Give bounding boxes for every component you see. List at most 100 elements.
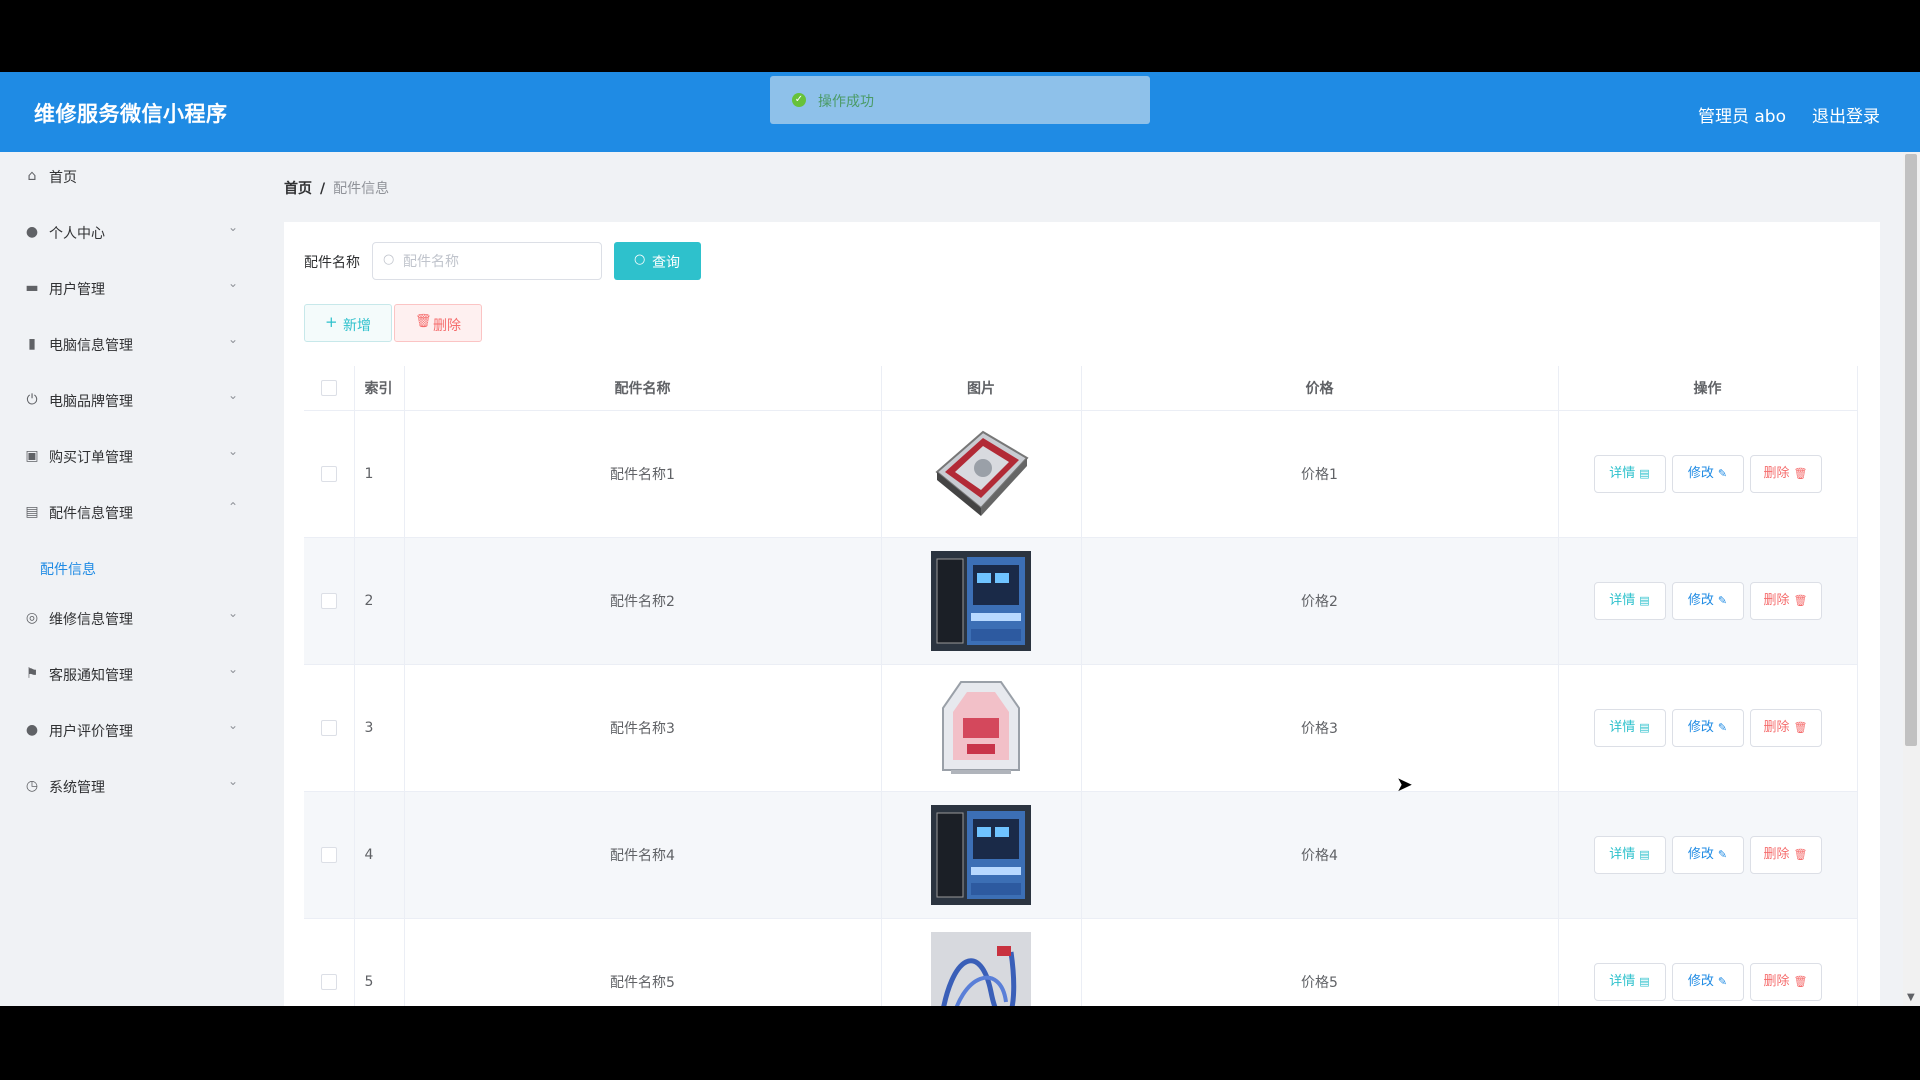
sidebar-item-notifications[interactable]: ⚑ 客服通知管理 ⌄ [0,654,268,694]
detail-button[interactable]: 详情 ▤ [1593,836,1666,874]
sidebar-item-system[interactable]: ◷ 系统管理 ⌄ [0,766,268,806]
delete-button-label: 删除 [1763,593,1790,608]
delete-button-label: 删除 [1763,974,1790,989]
breadcrumb-current: 配件信息 [333,181,390,197]
trash-icon: 🗑 [415,314,432,329]
chat-icon: ▬ [25,280,39,296]
edit-button[interactable]: 修改 ✎ [1671,582,1744,620]
select-all-checkbox[interactable] [320,380,337,396]
detail-button-label: 详情 [1609,974,1636,989]
trash-icon: 🗑 [1793,975,1808,988]
row-select-cell [304,791,355,919]
row-checkbox[interactable] [320,847,337,863]
query-button[interactable]: ○ 查询 [614,242,701,280]
detail-button[interactable]: 详情 ▤ [1593,455,1666,493]
parts-card: 配件名称 ○ ○ 查询 + 新增 🗑 删除 [284,222,1880,1006]
table-row: 3 配件名称3 价格3 详情 ▤ 修改 ✎ 删除 🗑 [304,664,1858,792]
breadcrumb-home[interactable]: 首页 [284,181,312,197]
delete-button[interactable]: 删除 🗑 [1749,836,1822,874]
row-checkbox[interactable] [320,720,337,736]
column-header-actions: 操作 [1558,366,1858,411]
batch-delete-button[interactable]: 🗑 删除 [394,304,482,342]
scrollbar-thumb[interactable] [1905,154,1917,746]
row-image-cell [881,410,1082,538]
search-icon: ○ [383,252,395,267]
chevron-down-icon: ⌄ [228,388,239,402]
chevron-down-icon: ⌄ [228,606,239,620]
sidebar-item-repairs[interactable]: ◎ 维修信息管理 ⌄ [0,598,268,638]
trash-icon: 🗑 [1793,721,1808,734]
letterbox-top [0,0,1920,72]
pc-case-photo[interactable] [931,551,1031,651]
row-part-name: 配件名称4 [404,791,882,919]
pencil-icon: ✎ [1717,975,1728,988]
select-all-cell [304,366,355,411]
sidebar-subitem-parts-info[interactable]: 配件信息 [40,559,96,579]
mouse-cursor-icon: ➤ [1396,772,1413,796]
sidebar-item-label: 购买订单管理 [49,450,133,466]
sidebar-menu: ⌂ 首页 ● 个人中心 ⌄ ▬ 用户管理 ⌄ ▮ 电脑信息管理 ⌄ ⏻ 电脑品牌… [0,152,268,1006]
add-button[interactable]: + 新增 [304,304,392,342]
document-icon: ▤ [1639,975,1650,988]
row-actions-cell: 详情 ▤ 修改 ✎ 删除 🗑 [1558,791,1858,919]
search-field[interactable]: ○ [372,242,602,280]
sidebar-item-profile[interactable]: ● 个人中心 ⌄ [0,212,268,252]
edit-button-label: 修改 [1687,466,1714,481]
edit-button[interactable]: 修改 ✎ [1671,836,1744,874]
sidebar-item-computers[interactable]: ▮ 电脑信息管理 ⌄ [0,324,268,364]
search-input[interactable] [401,251,595,273]
home-icon: ⌂ [27,168,37,184]
chevron-down-icon: ⌄ [228,774,239,788]
row-actions-cell: 详情 ▤ 修改 ✎ 删除 🗑 [1558,410,1858,538]
detail-button[interactable]: 详情 ▤ [1593,709,1666,747]
sidebar-item-orders[interactable]: ▣ 购买订单管理 ⌄ [0,436,268,476]
sidebar-item-brands[interactable]: ⏻ 电脑品牌管理 ⌄ [0,380,268,420]
cable-photo[interactable] [931,932,1031,1006]
detail-button-label: 详情 [1609,720,1636,735]
hard-drive-photo[interactable] [931,424,1031,524]
column-header-name: 配件名称 [404,366,882,411]
success-toast: ✓ 操作成功 [770,76,1150,124]
pink-pc-case-photo[interactable] [931,678,1031,778]
row-price: 价格1 [1081,410,1559,538]
edit-button[interactable]: 修改 ✎ [1671,709,1744,747]
row-select-cell [304,537,355,665]
row-checkbox[interactable] [320,466,337,482]
search-label: 配件名称 [304,255,360,271]
sidebar-item-label: 配件信息管理 [49,506,133,522]
sidebar-item-users[interactable]: ▬ 用户管理 ⌄ [0,268,268,308]
delete-button[interactable]: 删除 🗑 [1749,455,1822,493]
letterbox-bottom [0,1006,1920,1080]
vertical-scrollbar[interactable]: ▼ [1903,152,1920,1006]
delete-button[interactable]: 删除 🗑 [1749,582,1822,620]
sidebar-item-reviews[interactable]: ● 用户评价管理 ⌄ [0,710,268,750]
row-index: 2 [354,537,405,665]
sidebar-item-label: 个人中心 [49,226,105,242]
pc-case-photo[interactable] [931,805,1031,905]
column-header-index: 索引 [354,366,405,411]
row-part-name: 配件名称1 [404,410,882,538]
edit-button[interactable]: 修改 ✎ [1671,963,1744,1001]
document-icon: ▤ [1639,594,1650,607]
logout-button[interactable]: 退出登录 [1812,102,1880,127]
toast-message: 操作成功 [818,94,874,110]
detail-button[interactable]: 详情 ▤ [1593,582,1666,620]
delete-button[interactable]: 删除 🗑 [1749,709,1822,747]
row-checkbox[interactable] [320,593,337,609]
sidebar-item-home[interactable]: ⌂ 首页 [0,156,268,196]
sidebar-item-parts[interactable]: ▤ 配件信息管理 ⌃ [0,492,268,532]
edit-button[interactable]: 修改 ✎ [1671,455,1744,493]
detail-button-label: 详情 [1609,593,1636,608]
scroll-down-arrow-icon[interactable]: ▼ [1907,992,1915,1003]
sidebar-item-label: 首页 [49,170,77,186]
sidebar-item-label: 电脑品牌管理 [49,394,133,410]
row-image-cell [881,664,1082,792]
row-checkbox[interactable] [320,974,337,990]
edit-button-label: 修改 [1687,720,1714,735]
delete-button[interactable]: 删除 🗑 [1749,963,1822,1001]
detail-button[interactable]: 详情 ▤ [1593,963,1666,1001]
row-actions-cell: 详情 ▤ 修改 ✎ 删除 🗑 [1558,664,1858,792]
detail-button-label: 详情 [1609,847,1636,862]
row-index: 4 [354,791,405,919]
delete-button-label: 删除 [1763,466,1790,481]
